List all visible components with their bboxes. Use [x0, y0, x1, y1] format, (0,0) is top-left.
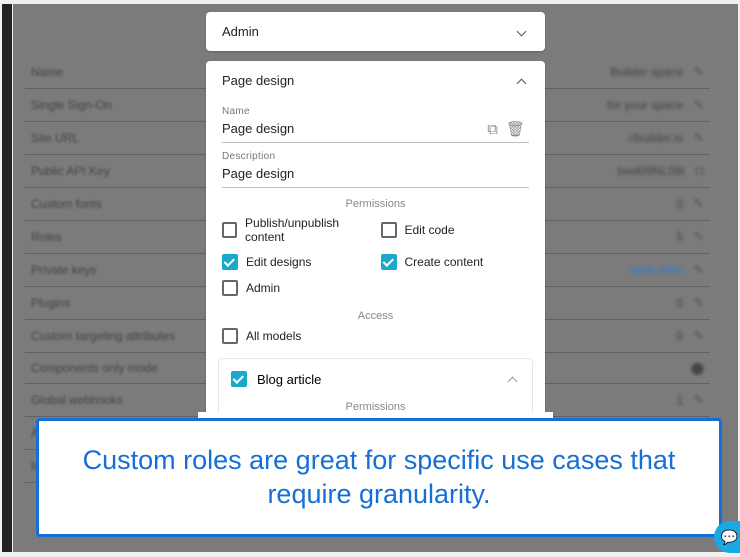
- permissions-heading: Permissions: [219, 401, 532, 412]
- edit-icon: ✎: [693, 262, 704, 278]
- edit-icon: ✎: [693, 229, 704, 245]
- role-title: Page design: [222, 73, 294, 88]
- edit-icon: ✎: [693, 392, 704, 408]
- access-heading: Access: [206, 310, 545, 322]
- access-all-models[interactable]: All models: [222, 328, 529, 344]
- perm-admin[interactable]: Admin: [222, 280, 371, 296]
- permissions-heading: Permissions: [206, 198, 545, 210]
- perm-edit-designs[interactable]: Edit designs: [222, 254, 371, 270]
- edit-icon: ✎: [693, 196, 704, 212]
- checkbox-icon: [381, 222, 397, 238]
- field-label: Description: [222, 151, 545, 162]
- edit-icon: ✎: [693, 64, 704, 80]
- role-description-input[interactable]: [222, 164, 529, 183]
- checkbox-icon: [222, 254, 238, 270]
- role-header[interactable]: Page design: [206, 61, 545, 100]
- checkbox-icon: [222, 280, 238, 296]
- caption-overlay: Custom roles are great for specific use …: [36, 418, 722, 537]
- toggle-icon: ⬤: [691, 361, 704, 375]
- edit-icon: ✎: [693, 97, 704, 113]
- caption-text: Custom roles are great for specific use …: [63, 444, 695, 512]
- field-label: Name: [222, 106, 545, 117]
- checkbox-icon: [222, 328, 238, 344]
- perm-edit-code[interactable]: Edit code: [381, 216, 530, 244]
- trash-icon[interactable]: 🗑: [502, 120, 529, 138]
- copy-icon: ⧉: [695, 163, 704, 179]
- perm-publish[interactable]: Publish/unpublish content: [222, 216, 371, 244]
- edit-icon: ✎: [693, 295, 704, 311]
- checkbox-icon[interactable]: [231, 371, 247, 387]
- chevron-up-icon: [515, 74, 529, 88]
- checkbox-icon: [381, 254, 397, 270]
- model-card-blog-article: Blog article Permissions Publish/unpubli…: [218, 358, 533, 412]
- roles-dialog: Admin Page design Name ⧉ 🗑 Description P…: [198, 4, 553, 412]
- chevron-up-icon: [506, 372, 520, 386]
- model-header[interactable]: Blog article: [219, 359, 532, 391]
- edit-icon: ✎: [693, 328, 704, 344]
- checkbox-icon: [222, 222, 237, 238]
- model-title: Blog article: [257, 372, 321, 387]
- chevron-down-icon: [515, 25, 529, 39]
- role-title: Admin: [222, 24, 259, 39]
- video-progress-bar: [2, 4, 12, 552]
- role-name-input[interactable]: [222, 119, 483, 138]
- role-card-page-design: Page design Name ⧉ 🗑 Description Permiss…: [206, 61, 545, 412]
- edit-icon: ✎: [693, 130, 704, 146]
- chat-fab[interactable]: [714, 521, 740, 553]
- perm-create-content[interactable]: Create content: [381, 254, 530, 270]
- role-card-admin[interactable]: Admin: [206, 12, 545, 51]
- copy-icon[interactable]: ⧉: [483, 121, 502, 138]
